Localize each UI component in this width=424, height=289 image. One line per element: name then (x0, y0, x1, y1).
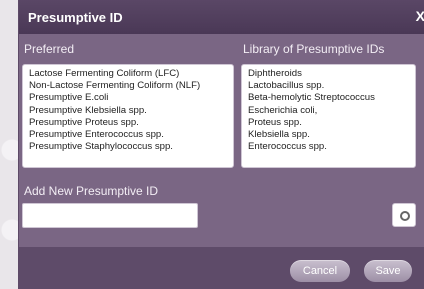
add-new-label: Add New Presumptive ID (24, 184, 159, 198)
list-item[interactable]: Lactose Fermenting Coliform (LFC) (29, 68, 227, 80)
dialog-title: Presumptive ID (28, 10, 123, 25)
preferred-label: Preferred (24, 42, 75, 56)
list-item[interactable]: Presumptive E.coli (29, 92, 227, 104)
close-icon[interactable]: X (416, 8, 424, 24)
list-item[interactable]: Diphtheroids (248, 68, 409, 80)
presumptive-id-dialog: Presumptive ID X Preferred Lactose Ferme… (18, 0, 424, 289)
list-item[interactable]: Presumptive Klebsiella spp. (29, 105, 227, 117)
list-item[interactable]: Beta-hemolytic Streptococcus (248, 92, 409, 104)
list-item[interactable]: Proteus spp. (248, 117, 409, 129)
cancel-button[interactable]: Cancel (290, 260, 350, 282)
list-item[interactable]: Presumptive Enterococcus spp. (29, 129, 227, 141)
add-presumptive-id-input[interactable] (22, 203, 198, 228)
preferred-list[interactable]: Lactose Fermenting Coliform (LFC) Non-La… (22, 64, 234, 168)
list-item[interactable]: Presumptive Proteus spp. (29, 117, 227, 129)
list-item[interactable]: Klebsiella spp. (248, 129, 409, 141)
dialog-footer: Cancel Save (19, 247, 424, 289)
list-item[interactable]: Presumptive Staphylococcus spp. (29, 141, 227, 153)
title-bar: Presumptive ID X (19, 0, 424, 34)
save-button[interactable]: Save (364, 260, 412, 282)
add-button[interactable] (392, 203, 416, 227)
circle-add-icon (400, 211, 410, 221)
library-list[interactable]: Diphtheroids Lactobacillus spp. Beta-hem… (241, 64, 416, 168)
library-label: Library of Presumptive IDs (243, 42, 385, 56)
list-item[interactable]: Enterococcus spp. (248, 141, 409, 153)
list-item[interactable]: Escherichia coli, (248, 105, 409, 117)
list-item[interactable]: Non-Lactose Fermenting Coliform (NLF) (29, 80, 227, 92)
list-item[interactable]: Lactobacillus spp. (248, 80, 409, 92)
